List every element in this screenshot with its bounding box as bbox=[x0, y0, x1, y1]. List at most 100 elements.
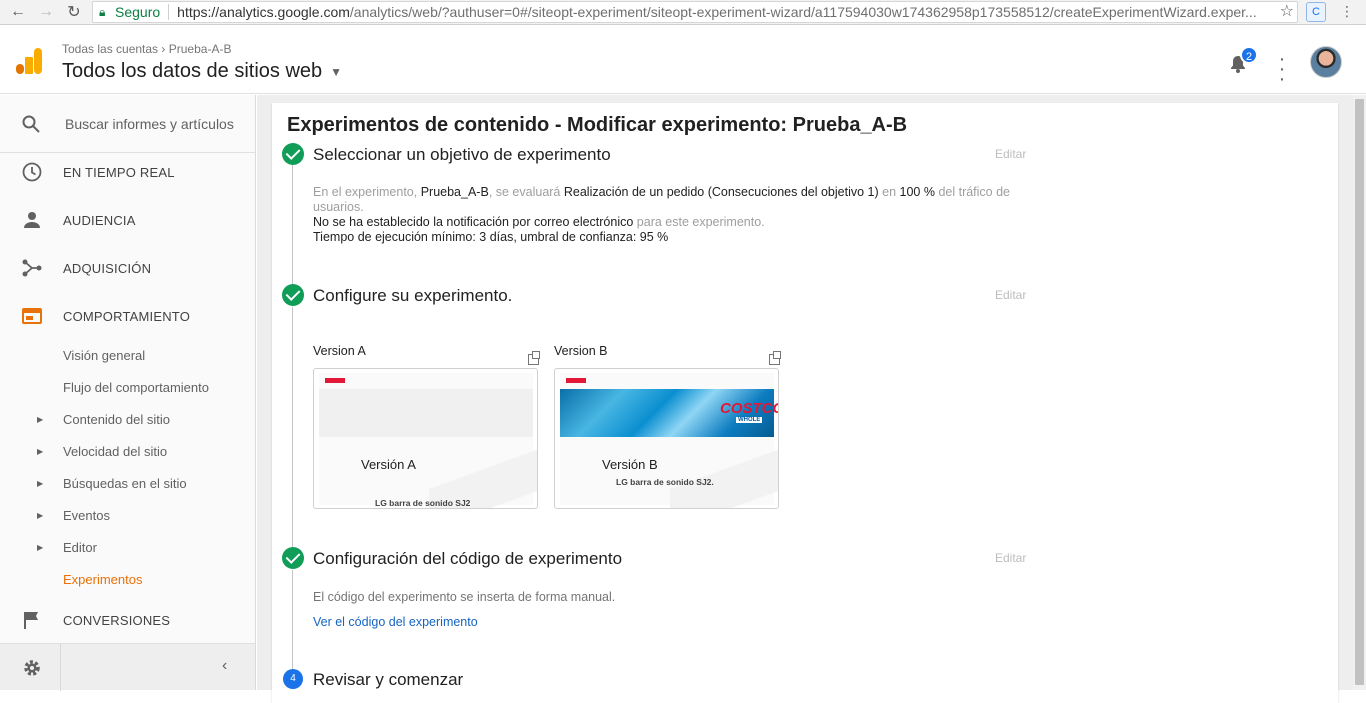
notification-count-badge[interactable]: 2 bbox=[1240, 46, 1258, 64]
step-1-title: Seleccionar un objetivo de experimento bbox=[313, 145, 611, 164]
browser-menu-icon[interactable]: ⋮ bbox=[1340, 3, 1354, 20]
sidebar-item-acquisition[interactable]: ADQUISICIÓN bbox=[0, 244, 255, 292]
gear-icon[interactable] bbox=[22, 658, 42, 678]
flag-icon bbox=[24, 612, 38, 629]
expand-triangle-icon[interactable]: ▶ bbox=[37, 447, 43, 456]
step-1-edit-link[interactable]: Editar bbox=[995, 147, 1026, 161]
view-code-link[interactable]: Ver el código del experimento bbox=[313, 615, 478, 629]
sidebar-subitem-site-search[interactable]: ▶ Búsquedas en el sitio bbox=[0, 467, 255, 499]
url-separator bbox=[168, 4, 170, 20]
sidebar-item-label: CONVERSIONES bbox=[63, 612, 171, 628]
experiment-wizard-card: Experimentos de contenido - Modificar ex… bbox=[272, 103, 1338, 703]
step-1-summary: En el experimento, Prueba_A-B, se evalua… bbox=[313, 185, 1043, 245]
open-external-icon[interactable] bbox=[769, 351, 781, 365]
sidebar-item-label: ADQUISICIÓN bbox=[63, 260, 152, 276]
page-scrollbar[interactable] bbox=[1353, 95, 1366, 690]
behavior-icon bbox=[22, 308, 42, 324]
version-a-label: Version A bbox=[313, 344, 366, 358]
avatar[interactable] bbox=[1310, 46, 1342, 78]
breadcrumb-property[interactable]: Prueba-A-B bbox=[169, 42, 232, 56]
sidebar-subitem-overview[interactable]: Visión general bbox=[0, 339, 255, 371]
app-header: Todas las cuentas › Prueba-A-B Todos los… bbox=[0, 26, 1366, 94]
traffic-percent: 100 % bbox=[899, 185, 935, 199]
sidebar-subitem-events[interactable]: ▶ Eventos bbox=[0, 499, 255, 531]
sidebar-footer: ‹ bbox=[0, 643, 255, 691]
sidebar-subitem-publisher[interactable]: ▶ Editor bbox=[0, 531, 255, 563]
sidebar-subitem-label: Flujo del comportamiento bbox=[63, 379, 209, 395]
expand-triangle-icon[interactable]: ▶ bbox=[37, 511, 43, 520]
url-host: https://analytics.google.com bbox=[177, 4, 350, 20]
analytics-logo-icon[interactable] bbox=[16, 48, 42, 74]
sidebar-subitem-label: Editor bbox=[63, 539, 97, 555]
clock-icon bbox=[22, 162, 42, 182]
sidebar-subitem-label: Velocidad del sitio bbox=[63, 443, 168, 459]
step-2-title: Configure su experimento. bbox=[313, 286, 513, 305]
view-selector[interactable]: Todos los datos de sitios web ▼ bbox=[62, 60, 342, 83]
step-4-title: Revisar y comenzar bbox=[313, 670, 464, 689]
hero-banner-placeholder bbox=[319, 389, 533, 437]
url-text: https://analytics.google.com/analytics/w… bbox=[177, 4, 1297, 20]
version-a-thumbnail[interactable]: Versión A LG barra de sonido SJ2 bbox=[313, 368, 538, 509]
reload-icon[interactable]: ↻ bbox=[62, 0, 86, 24]
collapse-sidebar-chevron-icon[interactable]: ‹ bbox=[222, 657, 227, 675]
expand-triangle-icon[interactable]: ▶ bbox=[37, 415, 43, 424]
sidebar-item-label: AUDIENCIA bbox=[63, 212, 136, 228]
dropdown-caret-icon[interactable]: ▼ bbox=[330, 65, 342, 79]
summary-text: para este experimento. bbox=[633, 215, 765, 229]
search-icon bbox=[22, 115, 40, 133]
breadcrumb-account[interactable]: Todas las cuentas bbox=[62, 42, 158, 56]
runtime-settings: Tiempo de ejecución mínimo: 3 días, umbr… bbox=[313, 230, 669, 244]
open-external-icon[interactable] bbox=[528, 351, 540, 365]
code-insertion-note: El código del experimento se inserta de … bbox=[313, 590, 616, 604]
url-path: /analytics/web/?authuser=0#/siteopt-expe… bbox=[349, 4, 1257, 20]
email-notification-status: No se ha establecido la notificación por… bbox=[313, 215, 634, 229]
step-complete-check-icon bbox=[282, 547, 304, 569]
version-b-label: Version B bbox=[554, 344, 608, 358]
step-3-edit-link[interactable]: Editar bbox=[995, 551, 1026, 565]
breadcrumb[interactable]: Todas las cuentas › Prueba-A-B bbox=[62, 42, 231, 56]
main-content: Experimentos de contenido - Modificar ex… bbox=[257, 95, 1353, 703]
sidebar-item-conversions[interactable]: CONVERSIONES bbox=[0, 596, 255, 644]
step-complete-check-icon bbox=[282, 284, 304, 306]
sidebar-item-audience[interactable]: AUDIENCIA bbox=[0, 196, 255, 244]
scrollbar-thumb[interactable] bbox=[1355, 99, 1364, 685]
costco-logo-icon bbox=[325, 378, 345, 383]
step-connector bbox=[292, 165, 293, 285]
secure-label: Seguro bbox=[115, 4, 161, 20]
costco-logo-icon bbox=[566, 378, 586, 383]
extension-icon[interactable]: C bbox=[1306, 2, 1326, 22]
sidebar-item-realtime[interactable]: EN TIEMPO REAL bbox=[0, 148, 255, 196]
sidebar-subitem-label: Contenido del sitio bbox=[63, 411, 170, 427]
summary-text: en bbox=[878, 185, 900, 199]
decorative-shape bbox=[670, 433, 778, 508]
experiment-name: Prueba_A-B bbox=[420, 185, 489, 199]
address-bar[interactable]: 🔒︎ Seguro https://analytics.google.com/a… bbox=[92, 1, 1298, 23]
summary-text: , se evaluará bbox=[488, 185, 564, 199]
step-3-title: Configuración del código de experimento bbox=[313, 549, 623, 568]
sidebar-search[interactable]: Buscar informes y artículos bbox=[0, 95, 255, 153]
expand-triangle-icon[interactable]: ▶ bbox=[37, 479, 43, 488]
version-b-thumbnail[interactable]: COSTCO WHOLE Versión B LG barra de sonid… bbox=[554, 368, 779, 509]
forward-arrow-icon[interactable]: → bbox=[34, 0, 58, 24]
sidebar-item-behavior[interactable]: COMPORTAMIENTO bbox=[0, 292, 255, 340]
brand-logo: COSTCO bbox=[720, 400, 779, 417]
step-4-number-badge: 4 bbox=[283, 669, 303, 689]
more-options-icon[interactable]: · · · bbox=[1276, 49, 1288, 89]
version-b-name: Versión B bbox=[602, 457, 658, 472]
sidebar-subitem-label: Visión general bbox=[63, 347, 146, 363]
back-arrow-icon[interactable]: ← bbox=[6, 0, 30, 24]
view-name[interactable]: Todos los datos de sitios web bbox=[62, 60, 322, 83]
bookmark-star-icon[interactable]: ☆ bbox=[1280, 1, 1294, 21]
sidebar-item-label: COMPORTAMIENTO bbox=[63, 308, 191, 324]
step-2-edit-link[interactable]: Editar bbox=[995, 288, 1026, 302]
search-input[interactable]: Buscar informes y artículos bbox=[65, 116, 234, 132]
footer-divider bbox=[60, 644, 61, 691]
person-icon bbox=[24, 212, 40, 228]
sidebar-subitem-site-content[interactable]: ▶ Contenido del sitio bbox=[0, 403, 255, 435]
sidebar-subitem-behavior-flow[interactable]: Flujo del comportamiento bbox=[0, 371, 255, 403]
expand-triangle-icon[interactable]: ▶ bbox=[37, 543, 43, 552]
sidebar-subitem-label: Eventos bbox=[63, 507, 110, 523]
summary-text: En el experimento, bbox=[313, 185, 421, 199]
sidebar-subitem-site-speed[interactable]: ▶ Velocidad del sitio bbox=[0, 435, 255, 467]
sidebar-subitem-experiments[interactable]: Experimentos bbox=[0, 563, 255, 595]
